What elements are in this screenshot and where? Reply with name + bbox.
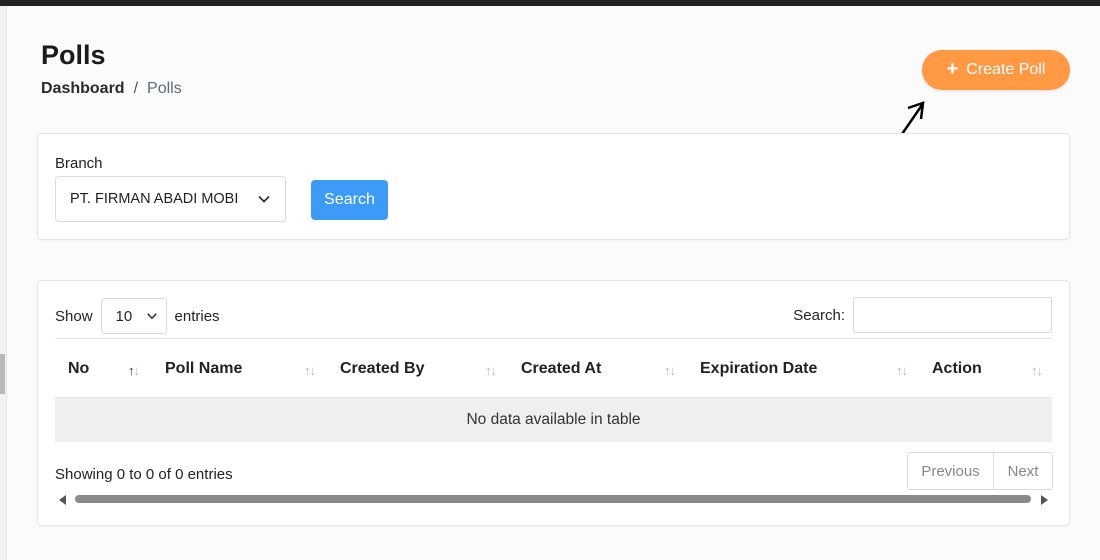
pagination: Previous Next: [907, 452, 1053, 490]
chevron-down-icon: [146, 313, 157, 320]
column-header-created-at[interactable]: Created At: [521, 339, 601, 399]
page-length-select[interactable]: 10: [100, 298, 167, 334]
branch-select[interactable]: PT. FIRMAN ABADI MOBI: [55, 176, 286, 222]
sort-icon: ↑↓: [664, 363, 676, 378]
scroll-right-icon[interactable]: [1041, 495, 1048, 505]
sort-icon: ↑↓: [128, 363, 140, 378]
breadcrumb-separator: /: [133, 80, 139, 97]
breadcrumb-current: Polls: [147, 80, 182, 97]
sort-icon: ↑↓: [1031, 363, 1043, 378]
table-search-label: Search:: [793, 306, 845, 324]
scrollbar-thumb[interactable]: [75, 495, 1031, 503]
create-poll-label: Create Poll: [966, 61, 1046, 78]
column-header-expiration-date[interactable]: Expiration Date: [700, 339, 817, 399]
column-header-created-by[interactable]: Created By: [340, 339, 424, 399]
horizontal-scrollbar[interactable]: [55, 492, 1052, 506]
table-header: No ↑↓ Poll Name ↑↓ Created By ↑↓ Created…: [55, 338, 1052, 398]
next-page-button[interactable]: Next: [994, 453, 1052, 489]
page-length-control: Show 10 entries: [55, 298, 220, 334]
page-length-value: 10: [115, 307, 133, 325]
top-bar: [0, 0, 1100, 6]
table-search: Search:: [793, 297, 1052, 333]
filter-card: Branch PT. FIRMAN ABADI MOBI Search: [37, 133, 1070, 240]
entries-label: entries: [174, 307, 220, 325]
branch-select-value: PT. FIRMAN ABADI MOBI: [70, 191, 239, 207]
breadcrumb-dashboard-link[interactable]: Dashboard: [41, 80, 125, 98]
search-button[interactable]: Search: [311, 180, 388, 220]
chevron-down-icon: [258, 195, 270, 203]
sort-icon: ↑↓: [304, 363, 316, 378]
page-title: Polls: [41, 40, 106, 70]
sort-icon: ↑↓: [896, 363, 908, 378]
create-poll-button[interactable]: + Create Poll: [922, 50, 1070, 90]
table-info: Showing 0 to 0 of 0 entries: [55, 466, 233, 483]
polls-table-card: Show 10 entries Search: No ↑↓ Poll Name …: [37, 280, 1070, 526]
breadcrumb: Dashboard / Polls: [41, 80, 182, 98]
sort-icon: ↑↓: [485, 363, 497, 378]
column-header-action[interactable]: Action: [932, 339, 982, 399]
scroll-left-icon[interactable]: [59, 495, 66, 505]
column-header-no[interactable]: No: [68, 339, 89, 399]
sidebar-toggle-handle[interactable]: [0, 354, 5, 394]
column-header-poll-name[interactable]: Poll Name: [165, 339, 242, 399]
polls-table: No ↑↓ Poll Name ↑↓ Created By ↑↓ Created…: [55, 338, 1052, 442]
show-label: Show: [55, 307, 93, 325]
table-search-input[interactable]: [853, 297, 1052, 333]
plus-icon: +: [946, 58, 959, 80]
table-empty-row: No data available in table: [55, 398, 1052, 442]
previous-page-button[interactable]: Previous: [908, 453, 994, 489]
branch-label: Branch: [55, 155, 103, 172]
sidebar-edge: [0, 6, 7, 560]
